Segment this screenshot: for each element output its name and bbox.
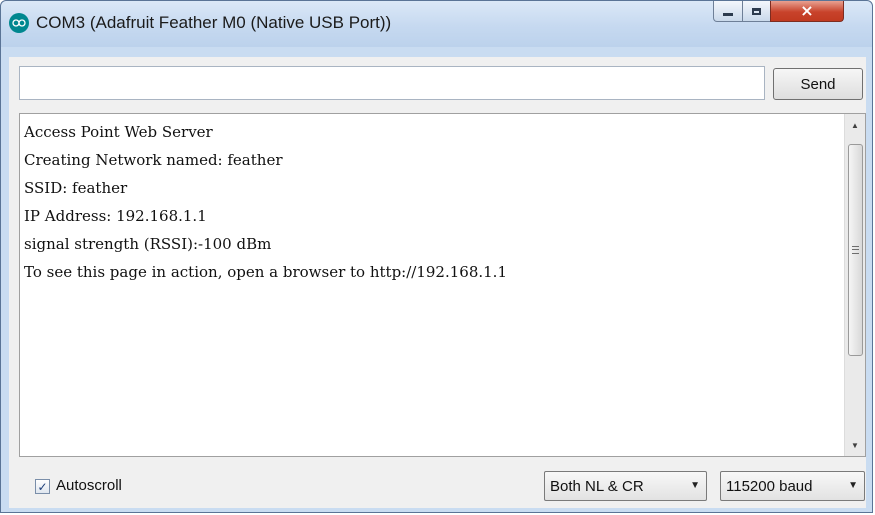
- scroll-down-arrow-icon[interactable]: ▼: [845, 436, 865, 454]
- minimize-button[interactable]: [713, 1, 743, 22]
- autoscroll-checkbox[interactable]: ✓: [35, 479, 50, 494]
- serial-output-area[interactable]: Access Point Web Server Creating Network…: [19, 113, 866, 457]
- output-line: To see this page in action, open a brows…: [24, 263, 507, 281]
- serial-send-input[interactable]: [19, 66, 765, 100]
- output-line: SSID: feather: [24, 179, 128, 197]
- dropdown-arrow-icon: ▼: [690, 480, 700, 491]
- output-line: IP Address: 192.168.1.1: [24, 207, 207, 225]
- maximize-button[interactable]: [742, 1, 771, 22]
- serial-output-lines: Access Point Web Server Creating Network…: [24, 118, 841, 286]
- minimize-icon: [723, 12, 733, 16]
- line-ending-select[interactable]: Both NL & CR ▼: [544, 471, 707, 501]
- output-line: Creating Network named: feather: [24, 151, 283, 169]
- window-title: COM3 (Adafruit Feather M0 (Native USB Po…: [36, 13, 392, 32]
- arduino-icon: [9, 13, 29, 33]
- send-button[interactable]: Send: [773, 68, 863, 100]
- maximize-icon: [752, 7, 761, 15]
- close-icon: ×: [800, 1, 814, 20]
- dropdown-arrow-icon: ▼: [848, 480, 858, 491]
- output-line: Access Point Web Server: [24, 123, 213, 141]
- title-bar[interactable]: COM3 (Adafruit Feather M0 (Native USB Po…: [1, 1, 872, 47]
- grip-icon: [852, 246, 859, 254]
- vertical-scrollbar[interactable]: ▲ ▼: [844, 114, 865, 456]
- autoscroll-label[interactable]: Autoscroll: [56, 477, 122, 494]
- baud-rate-select[interactable]: 115200 baud ▼: [720, 471, 865, 501]
- status-bar: ✓ Autoscroll Both NL & CR ▼ 115200 baud …: [19, 463, 865, 503]
- baud-rate-value: 115200 baud: [726, 478, 813, 495]
- scrollbar-thumb[interactable]: [848, 144, 863, 356]
- scroll-up-arrow-icon[interactable]: ▲: [845, 116, 865, 134]
- line-ending-value: Both NL & CR: [550, 478, 644, 495]
- output-line: signal strength (RSSI):-100 dBm: [24, 235, 272, 253]
- close-button[interactable]: ×: [770, 1, 844, 22]
- checkmark-icon: ✓: [37, 479, 48, 494]
